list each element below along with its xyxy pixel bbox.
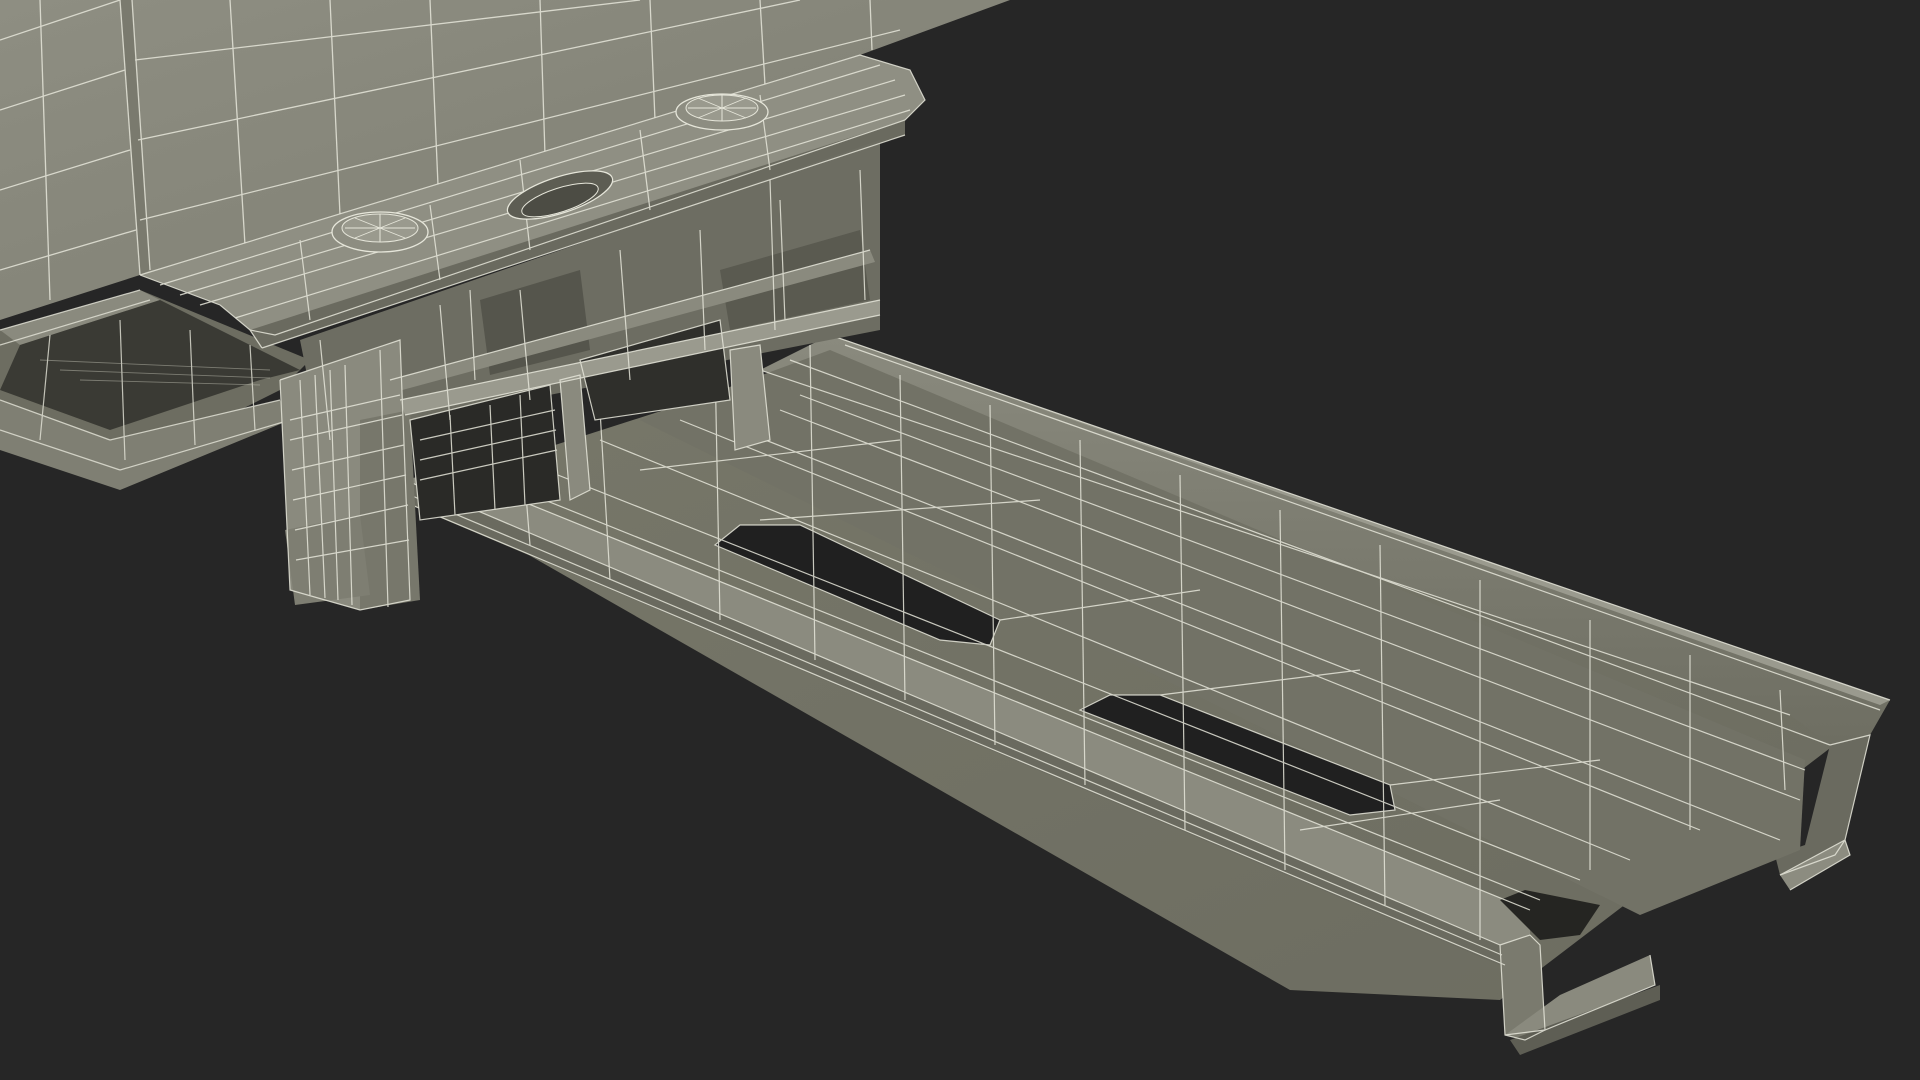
screw-head-left (331, 211, 429, 253)
screw-head-right (675, 93, 769, 131)
wireframe-render (0, 0, 1891, 1055)
